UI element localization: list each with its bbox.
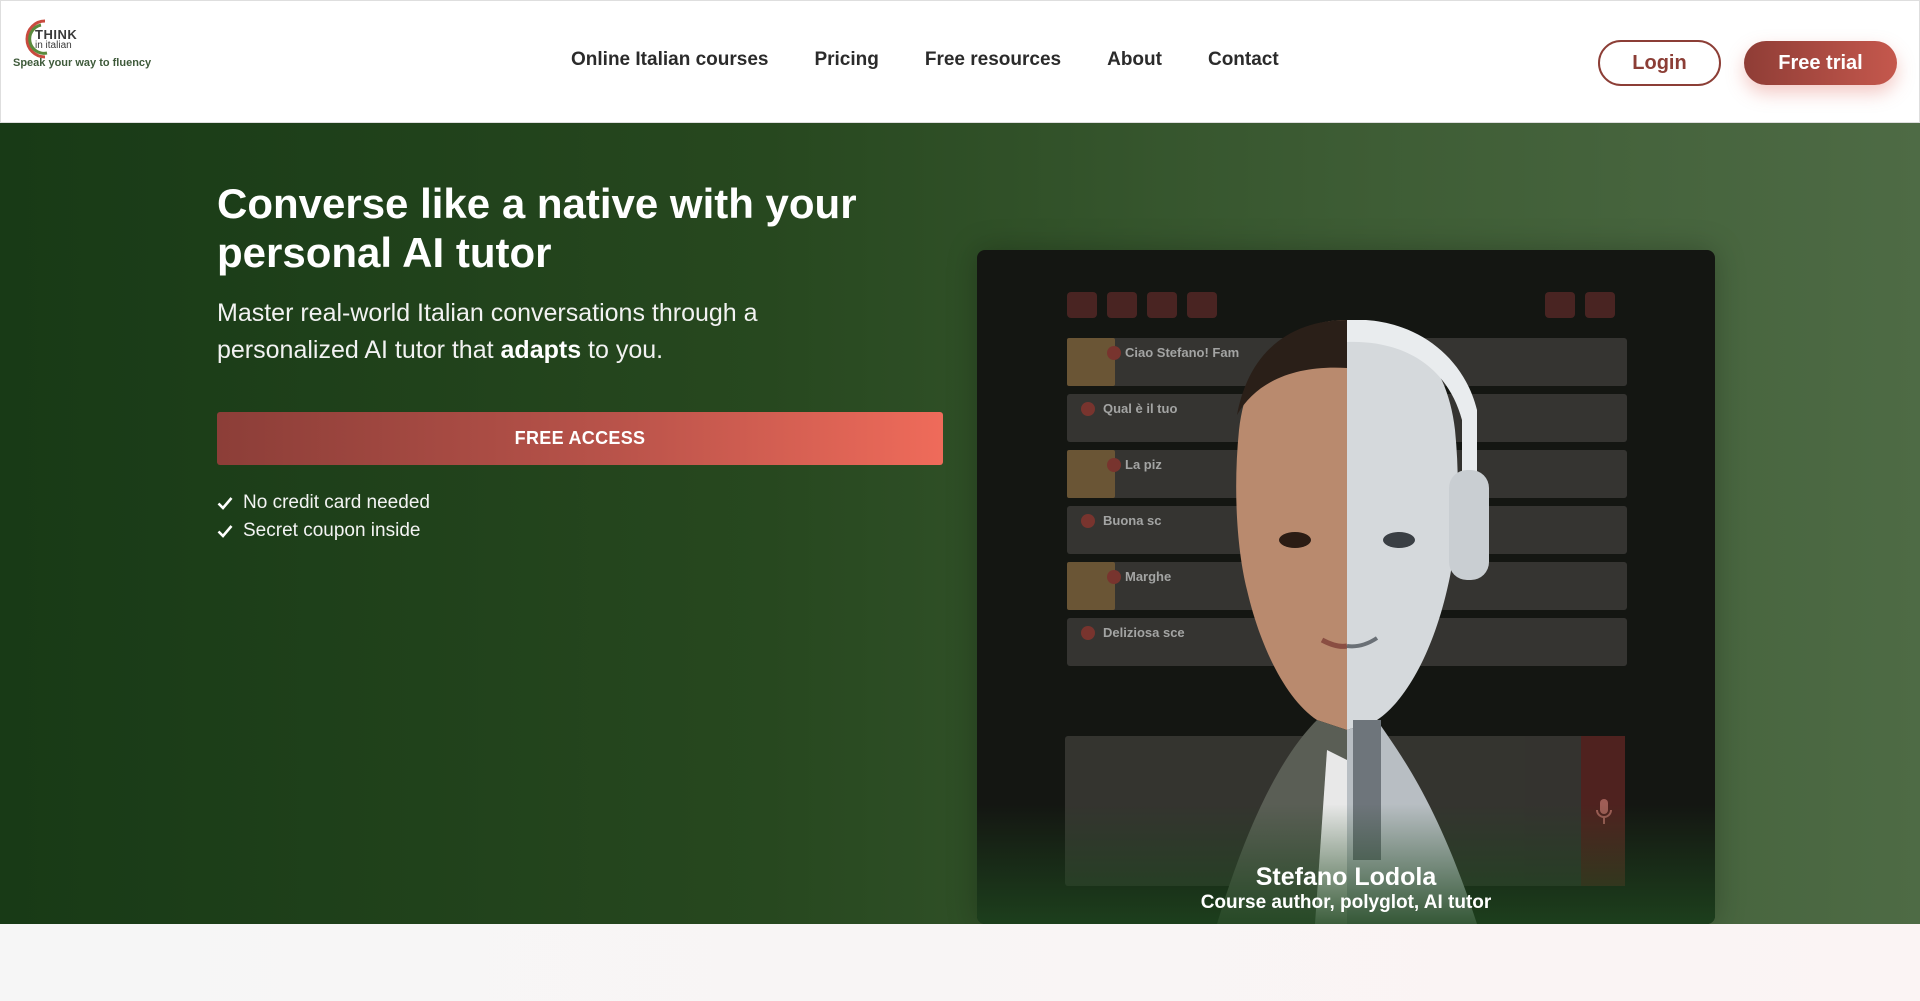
hero-title: Converse like a native with your persona… <box>217 180 857 276</box>
benefits-list: No credit card needed Secret coupon insi… <box>217 489 430 545</box>
free-trial-button[interactable]: Free trial <box>1744 41 1897 85</box>
translate-icon <box>1107 292 1137 318</box>
benefit-item: Secret coupon inside <box>217 517 430 545</box>
check-icon <box>217 525 233 538</box>
play-icon <box>1107 570 1121 584</box>
site-header: THINK in italian Speak your way to fluen… <box>0 0 1920 123</box>
print-icon <box>1147 292 1177 318</box>
chat-text: Buona sc <box>1103 513 1162 528</box>
benefit-item: No credit card needed <box>217 489 430 517</box>
tutor-showcase-image: Ciao Stefano! Fam Qual è il tuo La piz B… <box>977 250 1715 924</box>
nav-free-resources[interactable]: Free resources <box>925 49 1061 71</box>
next-section-strip <box>0 924 1920 1001</box>
hero-subtitle-emphasis: adapts <box>500 336 582 364</box>
login-button[interactable]: Login <box>1598 40 1721 86</box>
play-icon <box>1081 402 1095 416</box>
power-icon <box>1585 292 1615 318</box>
logo-subtext: in italian <box>35 40 72 51</box>
cloud-icon <box>1187 292 1217 318</box>
play-icon <box>1107 458 1121 472</box>
play-icon <box>1081 514 1095 528</box>
nav-pricing[interactable]: Pricing <box>814 49 878 71</box>
settings-icon <box>1545 292 1575 318</box>
app-toolbar-right <box>1545 292 1615 318</box>
benefit-label: No credit card needed <box>243 492 430 513</box>
play-icon <box>1081 626 1095 640</box>
chat-text: La piz <box>1125 457 1162 472</box>
nav-online-courses[interactable]: Online Italian courses <box>571 49 768 71</box>
free-access-button[interactable]: FREE ACCESS <box>217 412 943 465</box>
cat-avatar <box>1067 562 1115 610</box>
logo[interactable]: THINK in italian Speak your way to fluen… <box>13 15 203 75</box>
chat-text: Marghe <box>1125 569 1172 584</box>
hero-subtitle-text: Master real-world Italian conversations … <box>217 299 758 364</box>
author-role: Course author, polyglot, AI tutor <box>1200 892 1492 913</box>
hero-section: Converse like a native with your persona… <box>0 123 1920 924</box>
nav-contact[interactable]: Contact <box>1208 49 1279 71</box>
main-nav: Online Italian courses Pricing Free reso… <box>571 49 1279 71</box>
play-icon <box>1107 346 1121 360</box>
author-name: Stefano Lodola <box>1255 863 1437 891</box>
cat-avatar <box>1067 450 1115 498</box>
hero-subtitle-end: to you. <box>581 336 664 364</box>
chat-text: Qual è il tuo <box>1103 401 1178 416</box>
chat-text: Deliziosa sce <box>1103 625 1185 640</box>
cat-avatar <box>1067 338 1115 386</box>
benefit-label: Secret coupon inside <box>243 520 421 541</box>
check-icon <box>217 497 233 510</box>
logo-tagline: Speak your way to fluency <box>13 57 152 69</box>
refresh-icon <box>1067 292 1097 318</box>
nav-about[interactable]: About <box>1107 49 1162 71</box>
app-toolbar <box>1067 292 1217 318</box>
hero-subtitle: Master real-world Italian conversations … <box>217 295 857 369</box>
